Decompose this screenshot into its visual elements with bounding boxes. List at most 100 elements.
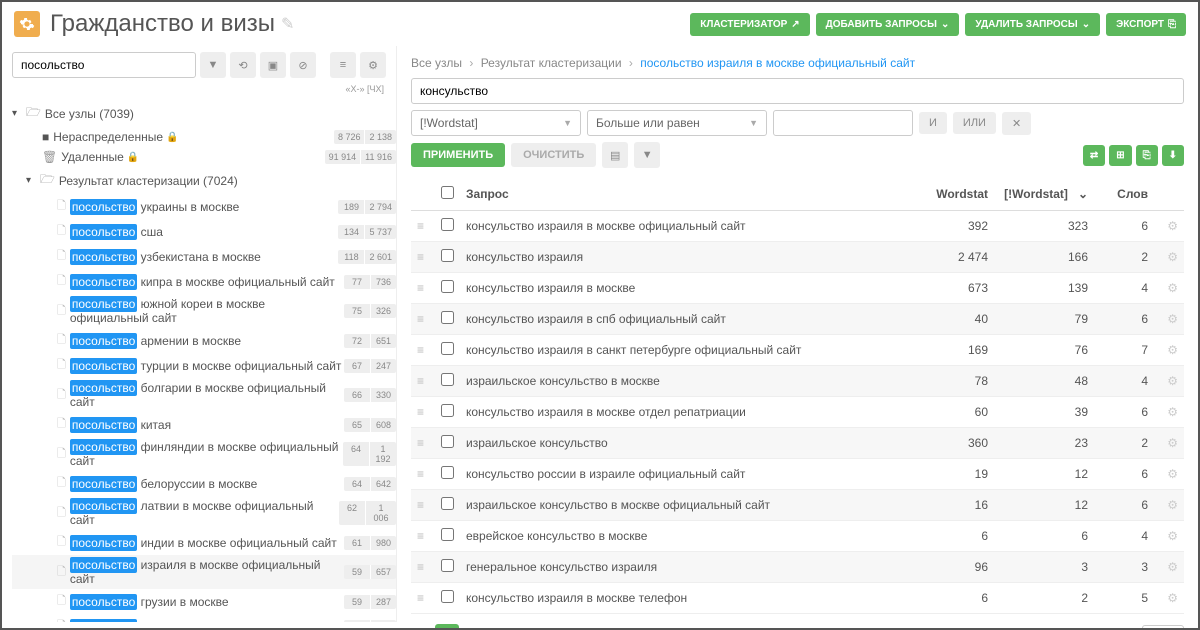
row-gear-icon[interactable]: ⚙ bbox=[1167, 250, 1178, 264]
row-checkbox[interactable] bbox=[441, 280, 454, 293]
filter-toggle-icon[interactable]: ▼ bbox=[634, 142, 660, 168]
drag-handle-icon[interactable]: ≡ bbox=[417, 498, 424, 512]
tree-item[interactable]: посольство белоруссии в москве bbox=[70, 477, 258, 491]
drag-handle-icon[interactable]: ≡ bbox=[417, 281, 424, 295]
action-2-icon[interactable]: ⊞ bbox=[1109, 145, 1131, 166]
drag-handle-icon[interactable]: ≡ bbox=[417, 219, 424, 233]
apply-button[interactable]: ПРИМЕНИТЬ bbox=[411, 143, 505, 167]
table-row[interactable]: ≡генеральное консульство израиля9633⚙ bbox=[411, 552, 1184, 583]
tree-item[interactable]: посольство грузии в москве bbox=[70, 595, 229, 609]
drag-handle-icon[interactable]: ≡ bbox=[417, 250, 424, 264]
table-row[interactable]: ≡израильское консульство в москве официа… bbox=[411, 490, 1184, 521]
row-gear-icon[interactable]: ⚙ bbox=[1167, 312, 1178, 326]
clear-icon[interactable]: ⊘ bbox=[290, 52, 316, 78]
and-button[interactable]: И bbox=[919, 112, 947, 134]
tree-root[interactable]: Все узлы (7039) bbox=[45, 107, 134, 121]
tree-unassigned[interactable]: Нераспределенные bbox=[53, 130, 163, 144]
action-1-icon[interactable]: ⇄ bbox=[1083, 145, 1105, 166]
row-gear-icon[interactable]: ⚙ bbox=[1167, 560, 1178, 574]
tree-item[interactable]: посольство латвии в москве официальный с… bbox=[70, 499, 339, 527]
table-row[interactable]: ≡консульство израиля в москве отдел репа… bbox=[411, 397, 1184, 428]
drag-handle-icon[interactable]: ≡ bbox=[417, 529, 424, 543]
tree-item[interactable]: посольство кипра в москве официальный са… bbox=[70, 275, 335, 289]
row-checkbox[interactable] bbox=[441, 373, 454, 386]
breadcrumb-current[interactable]: посольство израиля в москве официальный … bbox=[640, 56, 915, 70]
drag-handle-icon[interactable]: ≡ bbox=[417, 436, 424, 450]
drag-handle-icon[interactable]: ≡ bbox=[417, 560, 424, 574]
select-all-checkbox[interactable] bbox=[441, 186, 454, 199]
clear-button[interactable]: ОЧИСТИТЬ bbox=[511, 143, 596, 167]
columns-icon[interactable]: ▤ bbox=[602, 142, 628, 168]
row-gear-icon[interactable]: ⚙ bbox=[1167, 498, 1178, 512]
drag-handle-icon[interactable]: ≡ bbox=[417, 405, 424, 419]
tree-item[interactable]: посольство таджикистана в москве bbox=[70, 620, 270, 623]
row-gear-icon[interactable]: ⚙ bbox=[1167, 529, 1178, 543]
row-gear-icon[interactable]: ⚙ bbox=[1167, 405, 1178, 419]
clipboard-icon[interactable]: ▣ bbox=[260, 52, 286, 78]
table-row[interactable]: ≡еврейское консульство в москве664⚙ bbox=[411, 521, 1184, 552]
or-button[interactable]: ИЛИ bbox=[953, 112, 996, 134]
delete-queries-button[interactable]: УДАЛИТЬ ЗАПРОСЫ⌄ bbox=[965, 13, 1100, 36]
table-row[interactable]: ≡консульство россии в израиле официальны… bbox=[411, 459, 1184, 490]
next-page-button[interactable]: » bbox=[459, 624, 483, 630]
table-row[interactable]: ≡консульство израиля в москве официальны… bbox=[411, 211, 1184, 242]
prev-page-button[interactable]: « bbox=[411, 624, 435, 630]
table-row[interactable]: ≡консульство израиля в санкт петербурге … bbox=[411, 335, 1184, 366]
row-checkbox[interactable] bbox=[441, 404, 454, 417]
filter-operator-select[interactable]: Больше или равен▼ bbox=[587, 110, 767, 136]
row-gear-icon[interactable]: ⚙ bbox=[1167, 436, 1178, 450]
breadcrumb-root[interactable]: Все узлы bbox=[411, 56, 462, 70]
row-checkbox[interactable] bbox=[441, 435, 454, 448]
tree-item[interactable]: посольство болгарии в москве официальный… bbox=[70, 381, 344, 409]
table-row[interactable]: ≡консульство израиля в москве6731394⚙ bbox=[411, 273, 1184, 304]
row-checkbox[interactable] bbox=[441, 218, 454, 231]
tree-item[interactable]: посольство южной кореи в москве официаль… bbox=[70, 297, 344, 325]
drag-handle-icon[interactable]: ≡ bbox=[417, 591, 424, 605]
tree-item[interactable]: посольство китая bbox=[70, 418, 171, 432]
row-gear-icon[interactable]: ⚙ bbox=[1167, 343, 1178, 357]
drag-handle-icon[interactable]: ≡ bbox=[417, 467, 424, 481]
tree-item[interactable]: посольство сша bbox=[70, 225, 163, 239]
table-row[interactable]: ≡консульство израиля в москве телефон625… bbox=[411, 583, 1184, 614]
filter-icon[interactable]: ▼ bbox=[200, 52, 226, 78]
row-checkbox[interactable] bbox=[441, 466, 454, 479]
remove-filter-button[interactable]: ✕ bbox=[1002, 112, 1031, 135]
row-checkbox[interactable] bbox=[441, 497, 454, 510]
settings-gear-button[interactable] bbox=[14, 11, 40, 37]
row-checkbox[interactable] bbox=[441, 311, 454, 324]
row-gear-icon[interactable]: ⚙ bbox=[1167, 591, 1178, 605]
refresh-icon[interactable]: ⟲ bbox=[230, 52, 256, 78]
drag-handle-icon[interactable]: ≡ bbox=[417, 343, 424, 357]
sidebar-search-input[interactable] bbox=[12, 52, 196, 78]
row-checkbox[interactable] bbox=[441, 528, 454, 541]
tree-item[interactable]: посольство израиля в москве официальный … bbox=[70, 558, 344, 586]
page-size-select[interactable]: 25▼ bbox=[1142, 625, 1184, 630]
export-button[interactable]: ЭКСПОРТ⎘ bbox=[1106, 13, 1186, 36]
tree-item[interactable]: посольство армении в москве bbox=[70, 334, 241, 348]
drag-handle-icon[interactable]: ≡ bbox=[417, 374, 424, 388]
download-icon[interactable]: ⬇ bbox=[1162, 145, 1184, 166]
action-3-icon[interactable]: ⎘ bbox=[1136, 145, 1158, 166]
edit-title-icon[interactable]: ✎ bbox=[281, 14, 294, 34]
collapse-icon[interactable]: ≡ bbox=[330, 52, 356, 78]
tree-item[interactable]: посольство индии в москве официальный са… bbox=[70, 536, 337, 550]
col-wordstat[interactable]: Wordstat bbox=[904, 178, 994, 211]
row-gear-icon[interactable]: ⚙ bbox=[1167, 219, 1178, 233]
row-gear-icon[interactable]: ⚙ bbox=[1167, 467, 1178, 481]
row-checkbox[interactable] bbox=[441, 342, 454, 355]
row-gear-icon[interactable]: ⚙ bbox=[1167, 281, 1178, 295]
tree-deleted[interactable]: Удаленные bbox=[61, 150, 124, 164]
row-checkbox[interactable] bbox=[441, 559, 454, 572]
row-checkbox[interactable] bbox=[441, 249, 454, 262]
table-row[interactable]: ≡консульство израиля в спб официальный с… bbox=[411, 304, 1184, 335]
tree-item[interactable]: посольство турции в москве официальный с… bbox=[70, 359, 342, 373]
more-icon[interactable]: ⚙ bbox=[360, 52, 386, 78]
col-query[interactable]: Запрос bbox=[460, 178, 904, 211]
col-iwordstat[interactable]: [!Wordstat] ⌄ bbox=[994, 178, 1094, 211]
tree-item[interactable]: посольство украины в москве bbox=[70, 200, 239, 214]
row-gear-icon[interactable]: ⚙ bbox=[1167, 374, 1178, 388]
add-queries-button[interactable]: ДОБАВИТЬ ЗАПРОСЫ⌄ bbox=[816, 13, 960, 36]
main-search-input[interactable] bbox=[411, 78, 1184, 104]
col-words[interactable]: Слов bbox=[1094, 178, 1154, 211]
tree-cluster-result[interactable]: Результат кластеризации (7024) bbox=[59, 174, 238, 188]
